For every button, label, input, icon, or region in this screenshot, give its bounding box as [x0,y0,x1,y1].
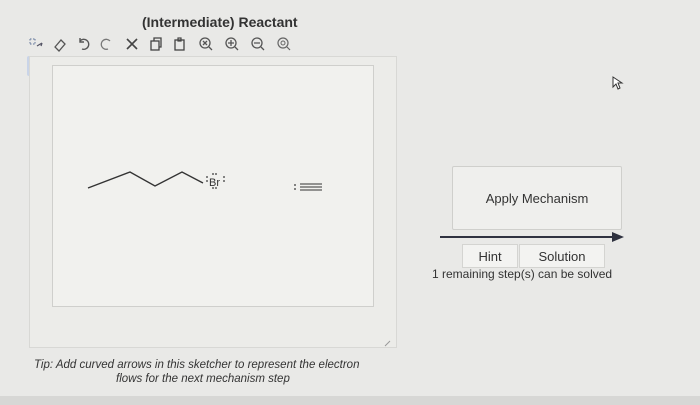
solution-button[interactable]: Solution [519,244,605,268]
bromine-atom: Br [209,177,220,189]
resize-handle-icon [384,340,391,347]
nucleophile-fragment [294,183,322,191]
alkyl-chain [87,171,204,189]
remaining-steps-text: 1 remaining step(s) can be solved [432,267,613,281]
hint-button[interactable]: Hint [462,244,518,268]
apply-mechanism-button[interactable]: Apply Mechanism [452,166,622,230]
cursor-icon [612,76,624,95]
reaction-arrow [440,232,624,242]
bottom-strip [0,396,700,405]
tip-text: Tip: Add curved arrows in this sketcher … [34,359,360,385]
